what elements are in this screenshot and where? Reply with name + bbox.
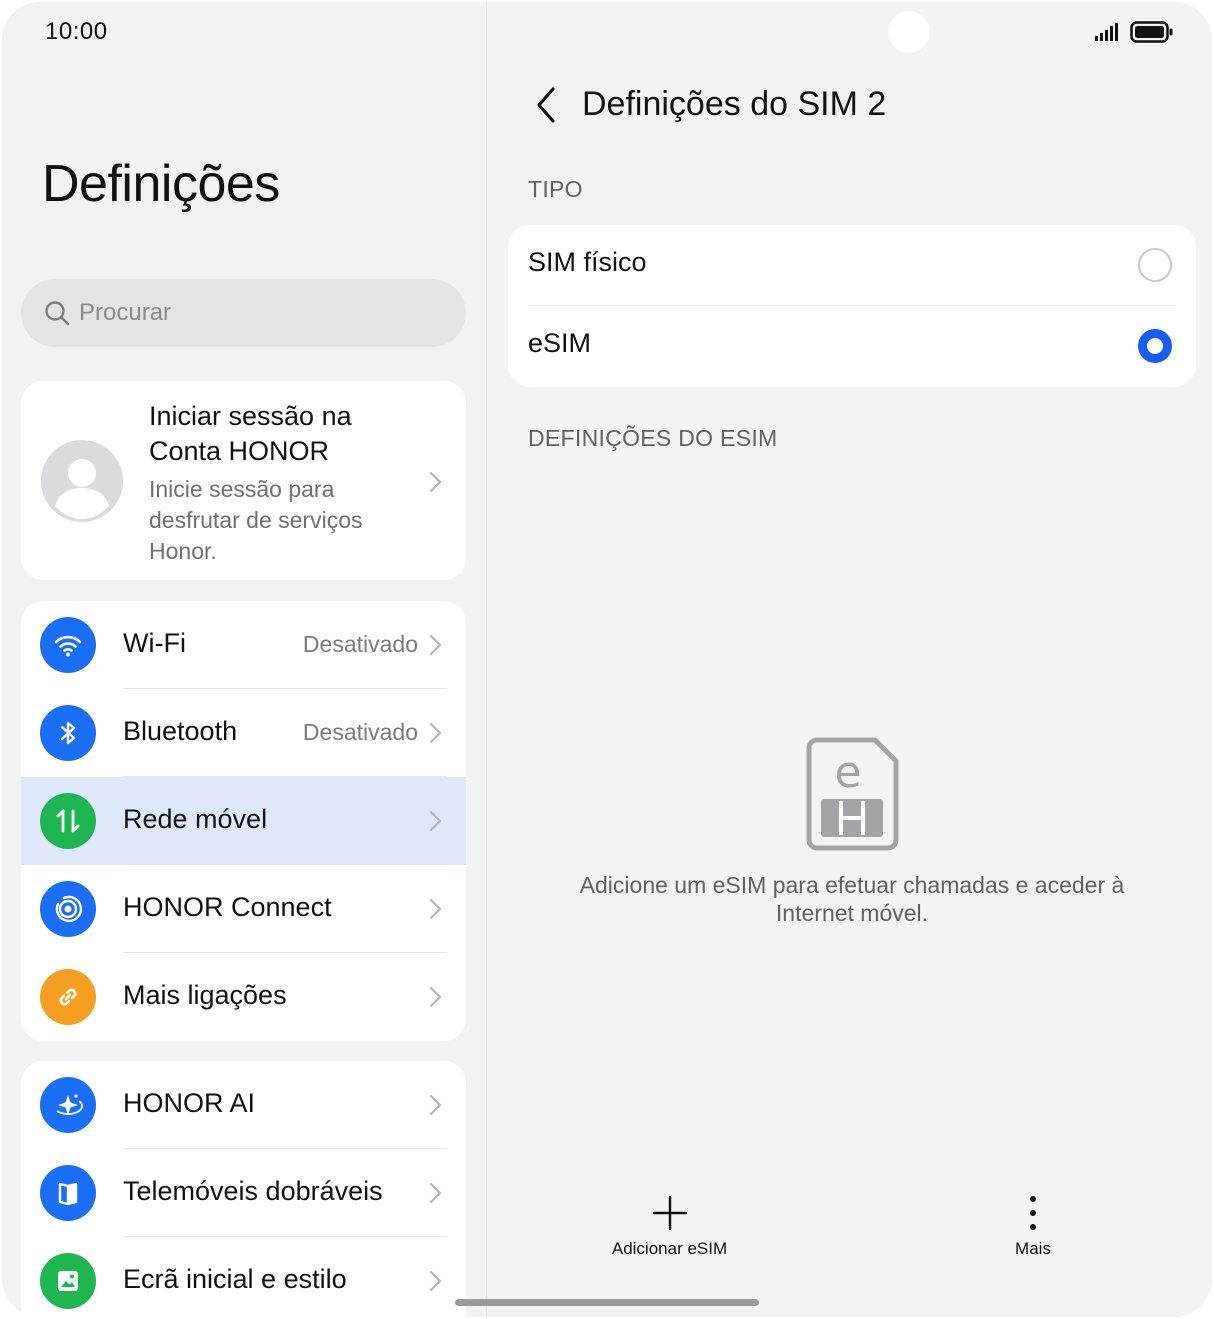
option-esim[interactable]: eSIM [508, 306, 1196, 387]
status-icons [1094, 20, 1174, 44]
honor-account-card[interactable]: Iniciar sessão na Conta HONOR Inicie ses… [21, 381, 466, 580]
search-icon [45, 301, 70, 326]
settings-item-wifi[interactable]: Wi-Fi Desativado [21, 601, 466, 689]
settings-item-honor-ai[interactable]: HONOR AI [21, 1061, 466, 1149]
wifi-label: Wi-Fi [123, 628, 186, 658]
avatar-icon [41, 440, 123, 522]
mobile-data-icon [40, 793, 96, 849]
chevron-right-icon [429, 898, 442, 920]
more-button[interactable]: Mais [993, 1195, 1073, 1259]
bluetooth-status: Desativado [302, 719, 418, 745]
honor-ai-label: HONOR AI [123, 1088, 256, 1118]
honor-connect-icon [40, 881, 96, 937]
esim-settings-section-label: DEFINIÇÕES DO ESIM [528, 425, 778, 451]
signal-icon [1095, 23, 1118, 41]
status-time: 10:00 [45, 18, 108, 45]
option-physical-sim[interactable]: SIM físico [508, 225, 1196, 306]
chevron-right-icon [429, 471, 442, 493]
settings-item-more-connections[interactable]: Mais ligações [21, 953, 466, 1041]
mobile-network-label: Rede móvel [123, 804, 268, 834]
chevron-right-icon [429, 1182, 442, 1204]
connectivity-group: Wi-Fi Desativado Bluetooth Desativado Re… [21, 601, 466, 1041]
home-indicator[interactable] [455, 1299, 759, 1306]
chevron-right-icon [429, 810, 442, 832]
account-subtitle: Inicie sessão para desfrutar de serviços… [149, 476, 363, 564]
add-esim-button[interactable]: Adicionar eSIM [602, 1195, 737, 1259]
foldable-icon [40, 1165, 96, 1221]
settings-pane: 10:00 Definições Procurar Iniciar sessão… [2, 2, 486, 1317]
more-connections-label: Mais ligações [123, 980, 287, 1010]
esim-card-icon: e [806, 737, 899, 851]
sim-type-card: SIM físico eSIM [508, 225, 1196, 387]
chevron-right-icon [429, 1094, 442, 1116]
device-screen: 10:00 Definições Procurar Iniciar sessão… [2, 2, 1212, 1317]
back-arrow-icon[interactable] [535, 86, 557, 124]
esim-label: eSIM [528, 328, 592, 358]
search-bar[interactable]: Procurar [21, 279, 466, 347]
battery-icon [1130, 21, 1173, 43]
bluetooth-icon [40, 705, 96, 761]
bluetooth-label: Bluetooth [123, 716, 238, 746]
wallpaper-icon [40, 1253, 96, 1309]
more-vertical-icon [1030, 1196, 1036, 1230]
wifi-icon [40, 617, 96, 673]
sim2-settings-title: Definições do SIM 2 [582, 85, 887, 123]
settings-item-foldable-phones[interactable]: Telemóveis dobráveis [21, 1149, 466, 1237]
esim-radio[interactable] [1138, 329, 1172, 363]
chevron-right-icon [429, 1270, 442, 1292]
front-camera [888, 11, 930, 53]
chevron-right-icon [429, 986, 442, 1008]
chevron-right-icon [429, 634, 442, 656]
physical-sim-label: SIM físico [528, 247, 647, 277]
add-esim-label: Adicionar eSIM [611, 1239, 728, 1258]
settings-item-home-screen-style[interactable]: Ecrã inicial e estilo [21, 1237, 466, 1317]
features-group: HONOR AI Telemóveis dobráveis Ecrã inici… [21, 1061, 466, 1317]
type-section-label: TIPO [528, 176, 583, 202]
settings-item-honor-connect[interactable]: HONOR Connect [21, 865, 466, 953]
search-placeholder: Procurar [79, 299, 172, 326]
more-label: Mais [1015, 1239, 1051, 1258]
empty-state-message: Adicione um eSIM para efetuar chamadas e… [579, 872, 1125, 926]
link-icon [40, 969, 96, 1025]
plus-icon [652, 1195, 687, 1231]
settings-item-bluetooth[interactable]: Bluetooth Desativado [21, 689, 466, 777]
physical-sim-radio[interactable] [1138, 248, 1172, 282]
wifi-status: Desativado [302, 631, 418, 657]
sim2-settings-pane: Definições do SIM 2 TIPO SIM físico eSIM… [487, 2, 1212, 1317]
svg-text:e: e [834, 747, 861, 798]
account-title: Iniciar sessão na Conta HONOR [149, 401, 352, 466]
chevron-right-icon [429, 722, 442, 744]
honor-connect-label: HONOR Connect [123, 892, 332, 922]
page-title: Definições [42, 155, 280, 213]
settings-item-mobile-network[interactable]: Rede móvel [21, 777, 466, 865]
honor-ai-icon [40, 1077, 96, 1133]
foldable-phones-label: Telemóveis dobráveis [123, 1176, 383, 1206]
home-screen-style-label: Ecrã inicial e estilo [123, 1264, 347, 1294]
